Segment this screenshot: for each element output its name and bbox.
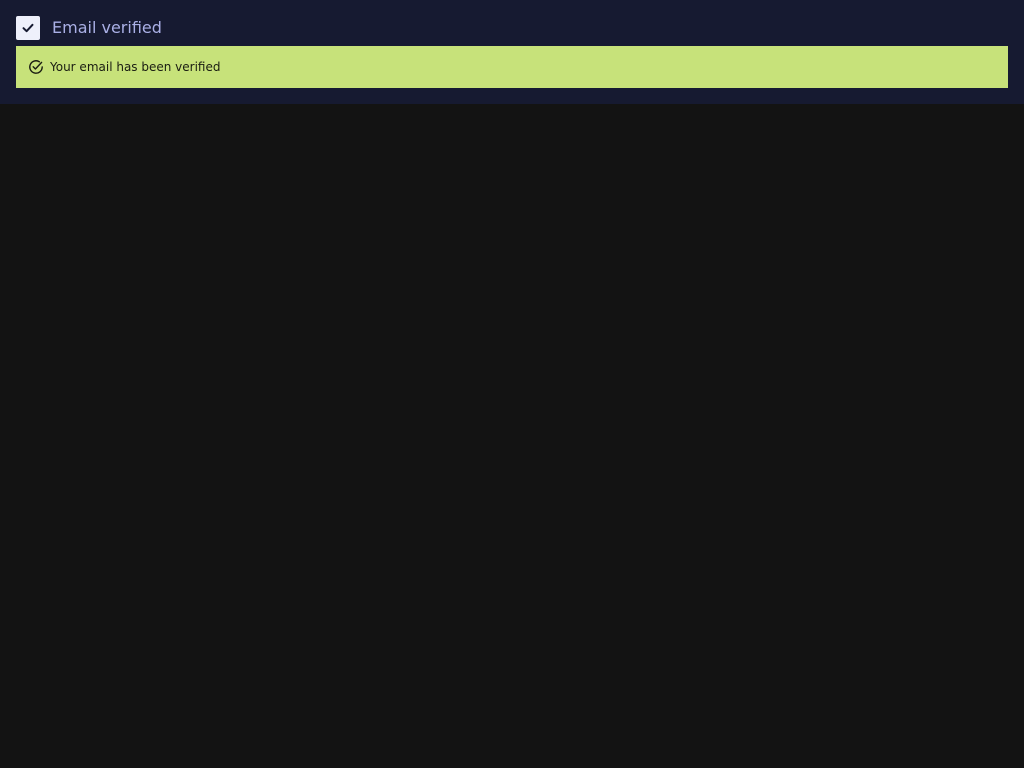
success-banner: Your email has been verified (16, 46, 1008, 88)
email-verified-checkbox[interactable] (16, 16, 40, 40)
email-verified-checkbox-row[interactable]: Email verified (16, 16, 162, 40)
verification-panel: Email verified Your email has been verif… (0, 0, 1024, 104)
check-circle-icon (28, 59, 44, 75)
success-message: Your email has been verified (50, 60, 221, 74)
checkmark-icon (22, 23, 34, 33)
checkbox-label: Email verified (52, 18, 162, 37)
